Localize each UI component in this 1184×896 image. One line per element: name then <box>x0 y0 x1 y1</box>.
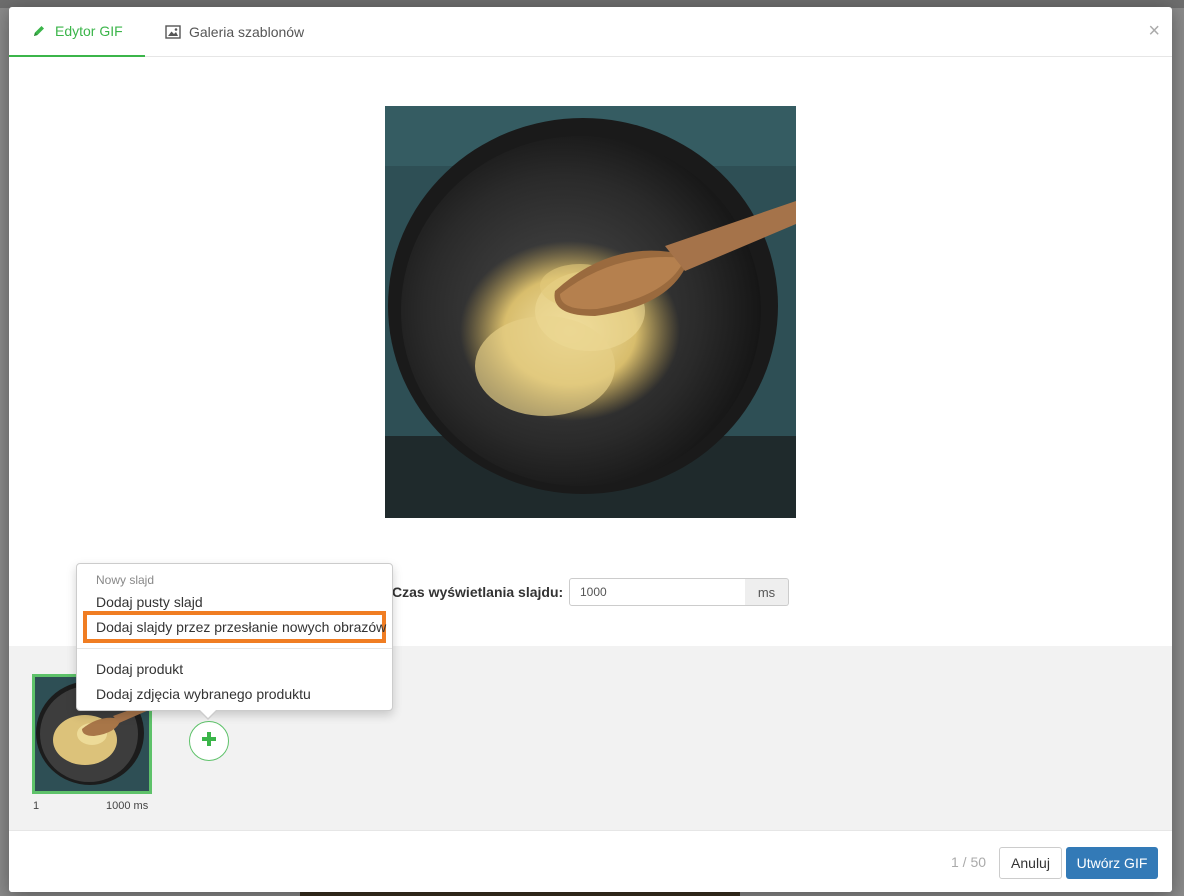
dropdown-arrow-inner <box>199 709 217 718</box>
modal-footer: 1 / 50 Anuluj Utwórz GIF <box>9 830 1172 892</box>
tab-gif-editor-label: Edytor GIF <box>55 23 123 39</box>
tab-template-gallery-label: Galeria szablonów <box>189 24 305 40</box>
display-time-input[interactable] <box>569 578 746 606</box>
dropdown-divider <box>77 648 392 649</box>
image-icon <box>165 24 181 40</box>
dropdown-header: Nowy slajd <box>96 573 155 587</box>
slide-counter: 1 / 50 <box>951 854 987 870</box>
menu-item-upload-images[interactable]: Dodaj slajdy przez przesłanie nowych obr… <box>83 611 386 643</box>
cancel-button[interactable]: Anuluj <box>999 847 1062 879</box>
create-gif-button[interactable]: Utwórz GIF <box>1066 847 1158 879</box>
slide-number: 1 <box>33 800 40 812</box>
slide-duration: 1000 ms <box>106 800 149 812</box>
gif-editor-modal: Edytor GIF Galeria szablonów × Czas wyśw… <box>9 7 1172 892</box>
modal-tabs: Edytor GIF Galeria szablonów × <box>9 7 1172 57</box>
pencil-icon <box>31 23 47 39</box>
new-slide-dropdown: Nowy slajd Dodaj pusty slajd Dodaj slajd… <box>76 563 393 711</box>
menu-item-add-product-images[interactable]: Dodaj zdjęcia wybranego produktu <box>96 686 311 702</box>
tab-gif-editor[interactable]: Edytor GIF <box>9 7 145 57</box>
close-icon[interactable]: × <box>1148 21 1160 41</box>
menu-item-add-empty-slide[interactable]: Dodaj pusty slajd <box>96 594 203 610</box>
gif-preview-image <box>385 106 796 518</box>
menu-item-add-product[interactable]: Dodaj produkt <box>96 661 183 677</box>
plus-icon <box>201 731 217 752</box>
display-time-label: Czas wyświetlania slajdu: <box>392 584 564 600</box>
add-slide-button[interactable] <box>189 721 229 761</box>
display-time-unit: ms <box>745 578 789 606</box>
tab-template-gallery[interactable]: Galeria szablonów <box>165 7 304 57</box>
